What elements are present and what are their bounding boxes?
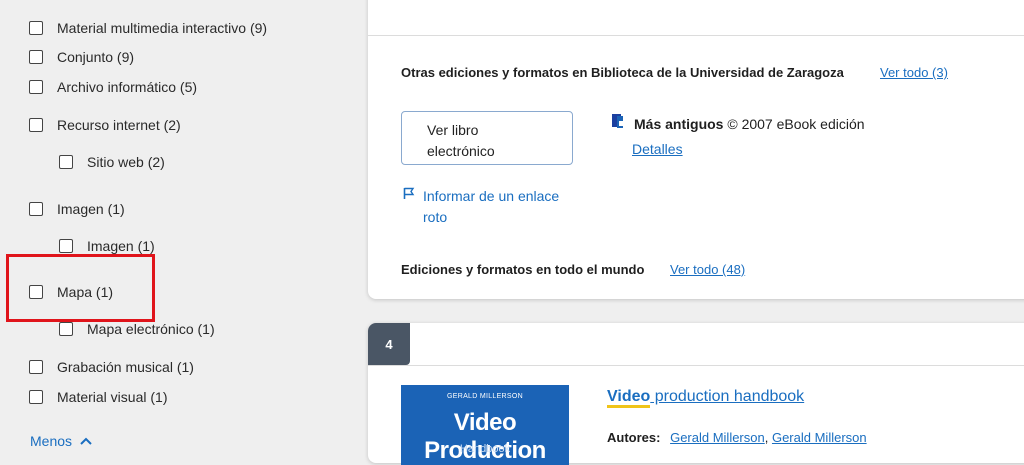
worldwide-view-all-link[interactable]: Ver todo (48) <box>670 262 745 277</box>
authors-label: Autores: <box>607 430 661 445</box>
result-title-link[interactable]: Video production handbook <box>607 388 805 408</box>
facet-material-multimedia[interactable]: Material multimedia interactivo (9) <box>29 20 267 36</box>
book-cover-image[interactable]: GERALD MILLERSON Video Production Handbo… <box>401 385 569 465</box>
checkbox[interactable] <box>29 21 43 35</box>
format-facet-sidebar: Material multimedia interactivo (9) Conj… <box>0 0 346 449</box>
facet-label: Material visual (1) <box>57 389 168 405</box>
button-label-line1: Ver libro <box>427 122 479 138</box>
checkbox[interactable] <box>29 50 43 64</box>
divider <box>368 35 1024 36</box>
facet-label: Grabación musical (1) <box>57 359 194 375</box>
facet-conjunto[interactable]: Conjunto (9) <box>29 49 134 65</box>
highlight-box <box>6 254 155 322</box>
facet-imagen-sub[interactable]: Imagen (1) <box>59 238 155 254</box>
facet-label: Imagen (1) <box>87 238 155 254</box>
facet-label: Conjunto (9) <box>57 49 135 65</box>
facet-label: Sitio web (2) <box>87 154 165 170</box>
report-broken-link[interactable]: Informar de un enlace roto <box>423 186 559 228</box>
oldest-edition-info: Más antiguos © 2007 eBook edición <box>634 116 865 132</box>
facet-label: Material multimedia interactivo (9) <box>57 20 268 36</box>
cover-author: GERALD MILLERSON <box>447 393 523 400</box>
details-link[interactable]: Detalles <box>632 141 683 157</box>
result-card-editions: Otras ediciones y formatos en Biblioteca… <box>368 0 1024 299</box>
report-line2: roto <box>423 209 448 225</box>
checkbox[interactable] <box>29 390 43 404</box>
oldest-label: Más antiguos <box>634 116 724 132</box>
facet-label: Mapa electrónico (1) <box>87 321 215 337</box>
report-line1: Informar de un enlace <box>423 188 560 204</box>
facet-archivo-informatico[interactable]: Archivo informático (5) <box>29 79 197 95</box>
show-less-button[interactable]: Menos <box>30 433 92 449</box>
view-all-editions-link[interactable]: Ver todo (3) <box>880 65 948 80</box>
facet-material-visual[interactable]: Material visual (1) <box>29 389 167 405</box>
ebook-icon <box>612 114 624 128</box>
checkbox[interactable] <box>29 202 43 216</box>
oldest-detail: © 2007 eBook edición <box>727 116 865 132</box>
checkbox[interactable] <box>29 118 43 132</box>
show-less-label: Menos <box>30 433 73 449</box>
facet-grabacion-musical[interactable]: Grabación musical (1) <box>29 359 194 375</box>
title-highlight: Video <box>607 388 651 408</box>
authors-line: Autores: Gerald Millerson, Gerald Miller… <box>607 430 867 445</box>
checkbox[interactable] <box>59 155 73 169</box>
checkbox[interactable] <box>59 322 73 336</box>
worldwide-editions-label: Ediciones y formatos en todo el mundo <box>401 262 645 277</box>
button-label-line2: electrónico <box>427 143 495 159</box>
facet-label: Imagen (1) <box>57 201 125 217</box>
author-link-2[interactable]: Gerald Millerson <box>772 430 867 445</box>
result-number-badge: 4 <box>368 323 410 365</box>
facet-sitio-web[interactable]: Sitio web (2) <box>59 154 165 170</box>
facet-label: Archivo informático (5) <box>57 79 198 95</box>
checkbox[interactable] <box>59 239 73 253</box>
flag-icon <box>403 187 415 199</box>
divider <box>368 365 1024 366</box>
facet-label: Recurso internet (2) <box>57 117 181 133</box>
cover-title: Video Production <box>424 409 546 464</box>
chevron-up-icon <box>80 437 92 445</box>
facet-mapa-electronico[interactable]: Mapa electrónico (1) <box>59 321 215 337</box>
view-ebook-button[interactable]: Ver libro electrónico <box>401 111 573 165</box>
cover-subtitle: Handbook <box>459 443 511 455</box>
editions-heading: Otras ediciones y formatos en Biblioteca… <box>401 65 844 80</box>
result-card-4: 4 GERALD MILLERSON Video Production Hand… <box>368 323 1024 465</box>
author-link-1[interactable]: Gerald Millerson <box>670 430 765 445</box>
checkbox[interactable] <box>29 360 43 374</box>
facet-imagen[interactable]: Imagen (1) <box>29 201 125 217</box>
title-rest: production handbook <box>650 388 805 405</box>
facet-recurso-internet[interactable]: Recurso internet (2) <box>29 117 181 133</box>
checkbox[interactable] <box>29 80 43 94</box>
